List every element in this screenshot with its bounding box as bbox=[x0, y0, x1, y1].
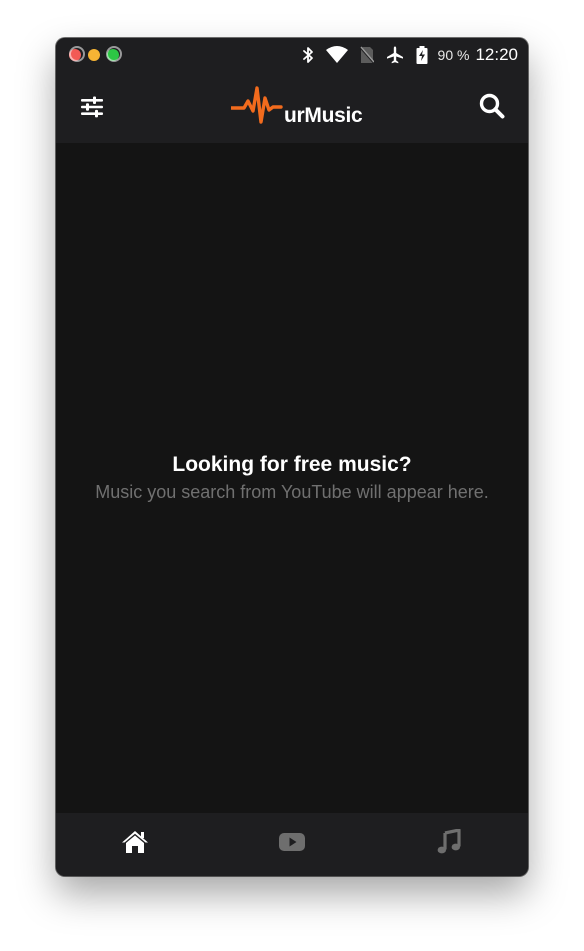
airplane-mode-icon bbox=[386, 46, 404, 64]
nav-library-tab[interactable] bbox=[434, 827, 464, 860]
no-sim-icon bbox=[359, 46, 374, 64]
home-icon bbox=[121, 830, 149, 859]
youtube-icon bbox=[278, 831, 306, 858]
wifi-icon bbox=[325, 46, 348, 64]
empty-state-subtitle: Music you search from YouTube will appea… bbox=[95, 482, 489, 502]
sliders-icon bbox=[78, 96, 106, 125]
music-note-icon bbox=[436, 827, 462, 860]
empty-state: Looking for free music? Music you search… bbox=[56, 452, 528, 503]
app-logo: urMusic bbox=[231, 80, 363, 130]
battery-charging-icon bbox=[416, 46, 428, 64]
content-area: Looking for free music? Music you search… bbox=[56, 143, 528, 813]
nav-youtube-tab[interactable] bbox=[277, 831, 307, 857]
empty-state-title: Looking for free music? bbox=[172, 453, 412, 476]
status-bar: 90 % 12:20 bbox=[56, 38, 528, 72]
bottom-navigation bbox=[56, 813, 528, 876]
bluetooth-icon bbox=[302, 46, 314, 64]
nav-home-tab[interactable] bbox=[120, 830, 150, 859]
status-indicators: 90 % 12:20 bbox=[290, 38, 518, 72]
notification-icon bbox=[69, 46, 85, 62]
window-minimize-button[interactable] bbox=[88, 49, 100, 61]
search-button[interactable] bbox=[478, 92, 506, 120]
clock: 12:20 bbox=[475, 45, 518, 64]
logo-text: urMusic bbox=[284, 104, 363, 127]
notification-icon bbox=[106, 46, 122, 62]
filter-button[interactable] bbox=[78, 93, 106, 121]
search-icon bbox=[478, 93, 506, 124]
app-window: 90 % 12:20 urMusic Looking for free musi… bbox=[56, 38, 528, 876]
app-toolbar: urMusic bbox=[56, 72, 528, 143]
battery-percentage: 90 % bbox=[437, 47, 470, 63]
